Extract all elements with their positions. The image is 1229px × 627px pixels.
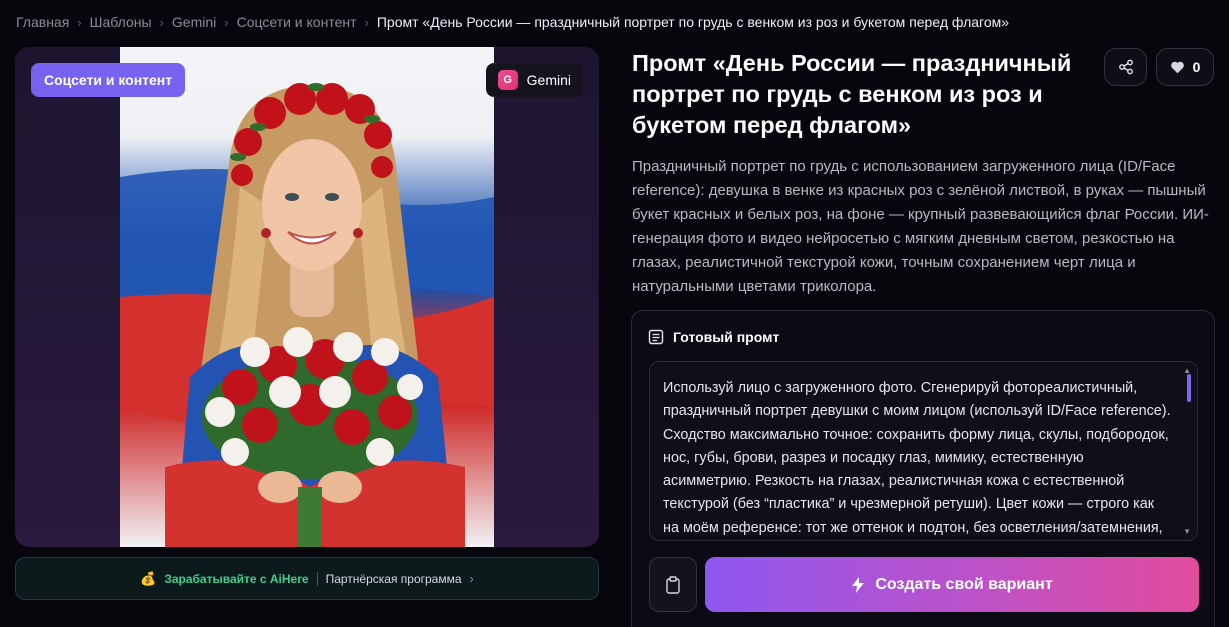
scroll-down-icon[interactable]: ▼ [1183,527,1191,536]
copy-prompt-button[interactable] [649,557,697,612]
clipboard-icon [666,575,680,594]
likes-count: 0 [1192,59,1201,75]
chevron-right-icon: › [224,14,229,30]
breadcrumb-templates[interactable]: Шаблоны [90,14,152,30]
breadcrumb-home[interactable]: Главная [16,14,69,30]
page-title: Промт «День России — праздничный портрет… [632,50,1072,138]
prompt-header-label: Готовый промт [673,329,780,345]
heart-icon [1170,61,1184,74]
prompt-card: Готовый промт Используй лицо с загруженн… [631,310,1215,627]
preview-image[interactable] [120,47,494,547]
share-icon [1118,59,1133,75]
share-button[interactable] [1104,48,1147,86]
model-badge[interactable]: G Gemini [485,63,583,97]
divider [316,571,318,586]
chevron-right-icon: › [77,14,82,30]
prompt-textbox[interactable]: Используй лицо с загруженного фото. Сген… [649,361,1198,541]
prompt-text: Используй лицо с загруженного фото. Сген… [663,380,1171,536]
model-label: Gemini [526,72,571,88]
scrollbar-thumb[interactable] [1187,374,1191,402]
create-variant-label: Создать свой вариант [875,575,1053,593]
prompt-header: Готовый промт [648,329,779,345]
affiliate-banner[interactable]: 💰 Зарабатывайте с AiHere Партнёрская про… [15,557,599,600]
template-description: Праздничный портрет по грудь с использов… [632,158,1209,295]
lightning-icon [852,576,865,593]
document-icon [648,329,664,345]
chevron-right-icon: › [469,571,474,586]
breadcrumb-current: Промт «День России — праздничный портрет… [376,14,1010,30]
chevron-right-icon: › [159,14,164,30]
create-variant-button[interactable]: Создать свой вариант [705,557,1199,612]
gemini-icon: G [497,70,518,90]
breadcrumb-gemini[interactable]: Gemini [172,14,216,30]
media-card: Соцсети и контент G Gemini [15,47,599,547]
affiliate-earn-label: Зарабатывайте с AiHere [164,571,309,586]
like-button[interactable]: 0 [1156,48,1214,86]
chevron-right-icon: › [364,14,369,30]
money-bag-icon: 💰 [140,570,157,586]
affiliate-program-label: Партнёрская программа [325,571,462,586]
category-tag[interactable]: Соцсети и контент [31,63,186,97]
breadcrumb: Главная › Шаблоны › Gemini › Соцсети и к… [16,12,1009,32]
breadcrumb-category[interactable]: Соцсети и контент [237,14,357,30]
portrait-illustration [120,83,494,547]
